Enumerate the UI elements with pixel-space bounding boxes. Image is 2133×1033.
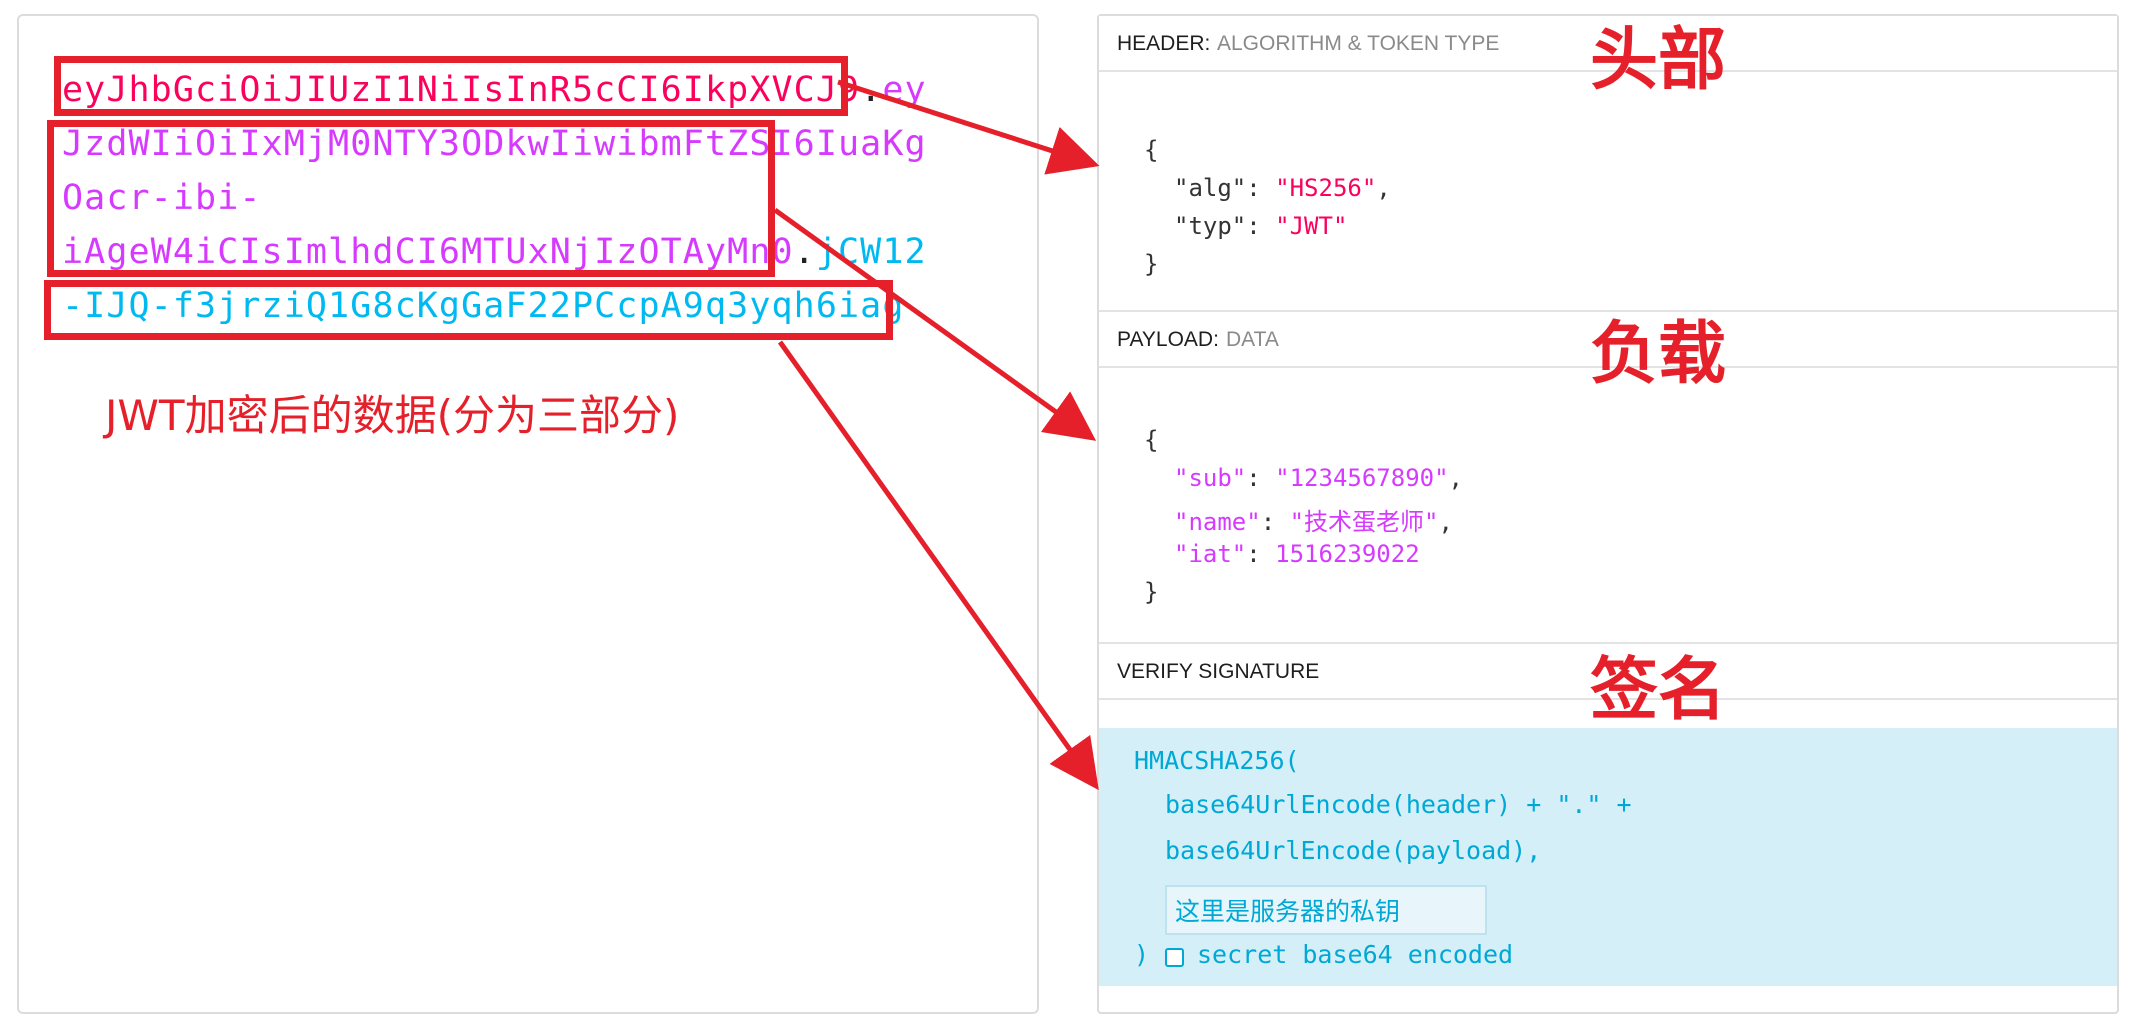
arrow-to-header	[837, 79, 1100, 175]
arrow-to-signature	[777, 340, 1099, 791]
annotation-arrows	[773, 79, 1100, 791]
